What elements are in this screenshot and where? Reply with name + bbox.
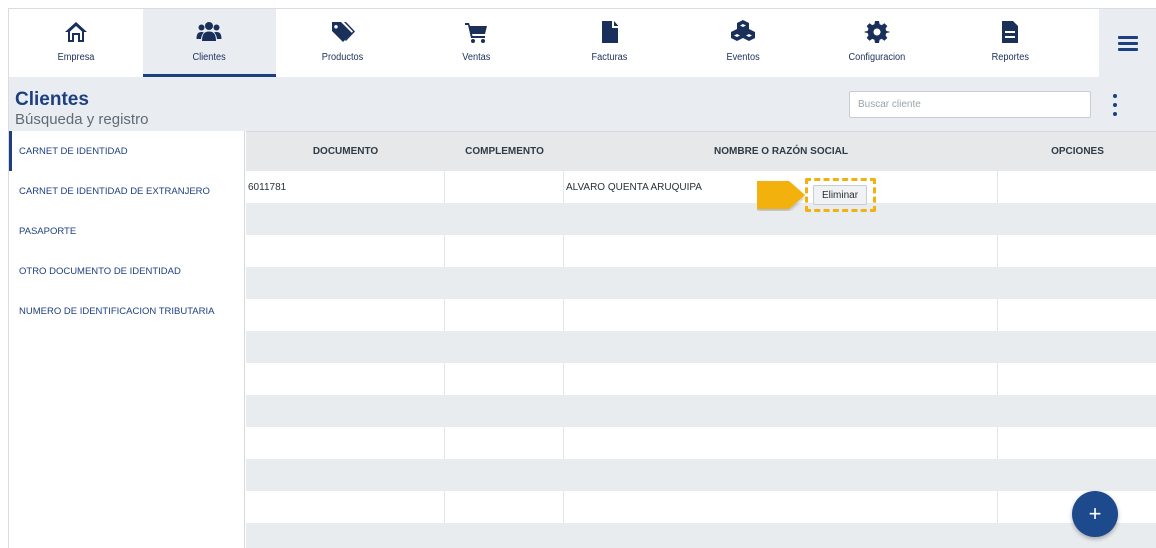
table-row bbox=[246, 363, 1156, 395]
nav-item-clientes[interactable]: Clientes bbox=[142, 9, 276, 77]
cart-icon bbox=[461, 17, 491, 47]
sidebar-item-otro-documento[interactable]: OTRO DOCUMENTO DE IDENTIDAD bbox=[9, 251, 244, 291]
nav-label: Ventas bbox=[462, 52, 491, 63]
nav-item-facturas[interactable]: Facturas bbox=[543, 9, 677, 77]
sidebar-item-nit[interactable]: NUMERO DE IDENTIFICACION TRIBUTARIA bbox=[9, 291, 244, 331]
nav-item-empresa[interactable]: Empresa bbox=[9, 9, 143, 77]
table-row bbox=[246, 459, 1156, 491]
search-input[interactable] bbox=[849, 91, 1091, 118]
delete-button[interactable]: Eliminar bbox=[813, 185, 867, 205]
table-header: DOCUMENTO COMPLEMENTO NOMBRE O RAZÓN SOC… bbox=[246, 131, 1156, 171]
cell-nombre: ALVARO QUENTA ARUQUIPA bbox=[564, 171, 998, 203]
cell-opciones bbox=[998, 171, 1156, 203]
clients-table: DOCUMENTO COMPLEMENTO NOMBRE O RAZÓN SOC… bbox=[246, 131, 1156, 548]
column-header-nombre: NOMBRE O RAZÓN SOCIAL bbox=[714, 146, 848, 157]
table-row bbox=[246, 299, 1156, 331]
home-icon bbox=[61, 17, 91, 47]
column-header-opciones: OPCIONES bbox=[1051, 146, 1104, 157]
top-navigation: Empresa Clientes Productos Ventas Factur… bbox=[9, 9, 1156, 77]
sidebar-item-carnet-extranjero[interactable]: CARNET DE IDENTIDAD DE EXTRANJERO bbox=[9, 171, 244, 211]
table-row bbox=[246, 331, 1156, 363]
column-header-documento: DOCUMENTO bbox=[312, 146, 379, 157]
file-icon bbox=[595, 17, 625, 47]
nav-item-reportes[interactable]: Reportes bbox=[944, 9, 1078, 77]
page-title: Clientes bbox=[15, 89, 89, 110]
gear-icon bbox=[862, 17, 892, 47]
nav-label: Facturas bbox=[591, 52, 628, 63]
nav-label: Reportes bbox=[991, 52, 1029, 63]
nav-item-eventos[interactable]: Eventos bbox=[677, 9, 811, 77]
page-header: Clientes Búsqueda y registro bbox=[9, 77, 1156, 131]
more-options-icon[interactable] bbox=[1109, 94, 1121, 116]
add-client-button[interactable]: + bbox=[1072, 491, 1118, 537]
nav-label: Clientes bbox=[192, 52, 226, 63]
table-row bbox=[246, 427, 1156, 459]
table-row[interactable]: 6011781 ALVARO QUENTA ARUQUIPA bbox=[246, 171, 1156, 203]
cell-documento: 6011781 bbox=[246, 171, 445, 203]
nav-label: Empresa bbox=[57, 52, 95, 63]
cell-complemento bbox=[445, 171, 564, 203]
report-icon bbox=[995, 17, 1025, 47]
nav-item-configuracion[interactable]: Configuracion bbox=[810, 9, 944, 77]
app-frame: Empresa Clientes Productos Ventas Factur… bbox=[8, 8, 1156, 548]
table-row bbox=[246, 267, 1156, 299]
nav-item-ventas[interactable]: Ventas bbox=[410, 9, 544, 77]
nav-label: Configuracion bbox=[848, 52, 906, 63]
sidebar-item-carnet-identidad[interactable]: CARNET DE IDENTIDAD bbox=[9, 131, 244, 171]
nav-label: Productos bbox=[322, 52, 364, 63]
table-row bbox=[246, 203, 1156, 235]
table-row bbox=[246, 395, 1156, 427]
document-type-sidebar: CARNET DE IDENTIDAD CARNET DE IDENTIDAD … bbox=[9, 131, 245, 548]
page-subtitle: Búsqueda y registro bbox=[15, 111, 149, 128]
nav-item-productos[interactable]: Productos bbox=[276, 9, 410, 77]
tags-icon bbox=[328, 17, 358, 47]
sidebar-item-pasaporte[interactable]: PASAPORTE bbox=[9, 211, 244, 251]
hamburger-menu-button[interactable] bbox=[1099, 9, 1156, 77]
nav-label: Eventos bbox=[726, 52, 760, 63]
table-row bbox=[246, 523, 1156, 548]
table-row bbox=[246, 235, 1156, 267]
cubes-icon bbox=[728, 17, 758, 47]
column-header-complemento: COMPLEMENTO bbox=[465, 146, 544, 157]
users-icon bbox=[194, 17, 224, 47]
table-row bbox=[246, 491, 1156, 523]
hamburger-icon bbox=[1118, 35, 1138, 51]
